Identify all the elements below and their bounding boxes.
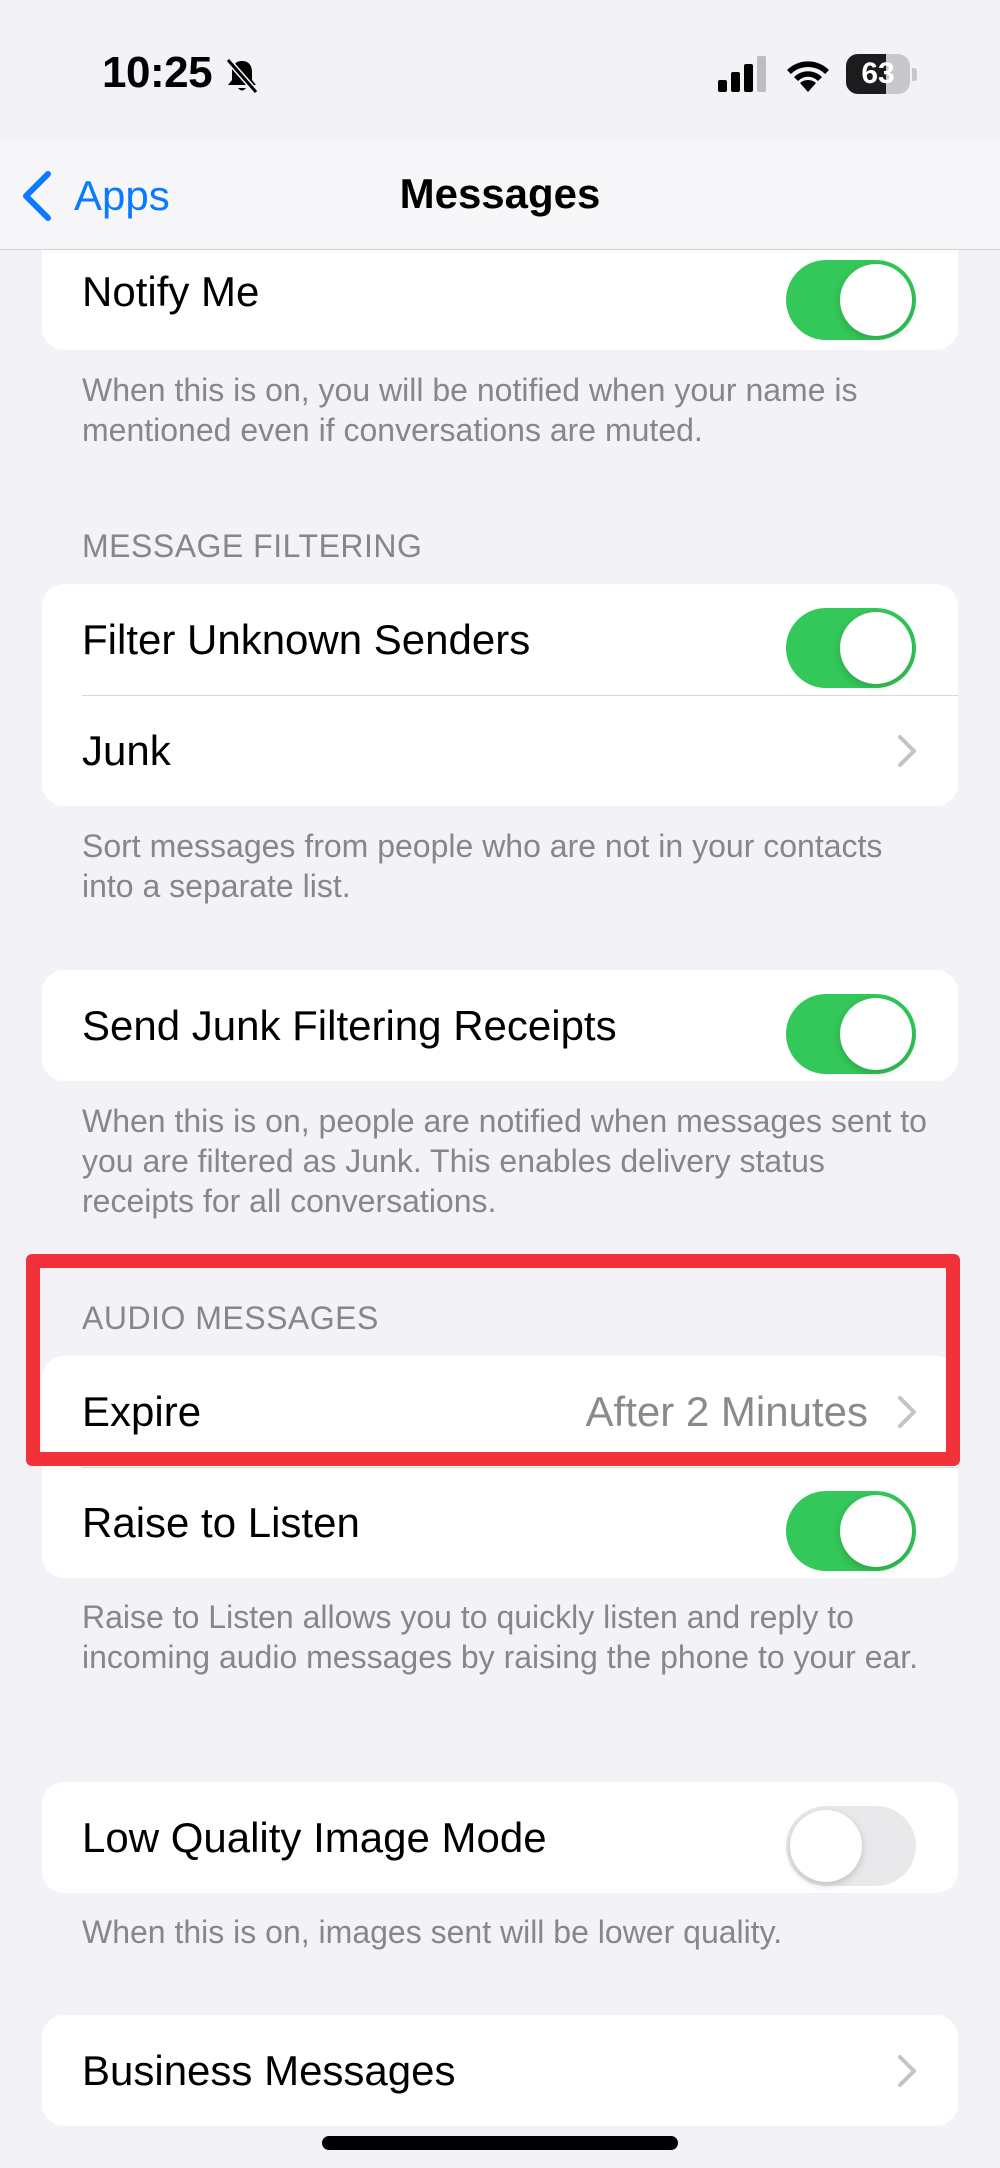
filter-unknown-label: Filter Unknown Senders <box>82 616 531 663</box>
expire-value: After 2 Minutes <box>585 1388 868 1435</box>
notify-footer: When this is on, you will be notified wh… <box>82 372 858 448</box>
status-time: 10:25 <box>102 48 213 97</box>
notify-me-row: Notify Me <box>42 250 958 347</box>
expire-label: Expire <box>82 1388 202 1435</box>
raise-to-listen-label: Raise to Listen <box>82 1499 360 1546</box>
chevron-right-icon <box>898 735 916 767</box>
receipts-row: Send Junk Filtering Receipts <box>42 970 958 1081</box>
receipts-card: Send Junk Filtering Receipts <box>42 970 958 1081</box>
notify-me-label: Notify Me <box>82 268 260 315</box>
low-quality-footer: When this is on, images sent will be low… <box>82 1914 783 1950</box>
chevron-right-icon <box>898 1396 916 1428</box>
business-card: Business Messages <box>42 2015 958 2126</box>
business-messages-label: Business Messages <box>82 2047 456 2094</box>
receipts-label: Send Junk Filtering Receipts <box>82 1002 617 1049</box>
audio-card: Expire After 2 Minutes Raise to Listen <box>42 1356 958 1578</box>
raise-to-listen-toggle[interactable] <box>786 1491 916 1571</box>
audio-footer: Raise to Listen allows you to quickly li… <box>82 1599 919 1675</box>
low-quality-toggle[interactable] <box>786 1806 916 1886</box>
notify-card: Notify Me <box>42 250 958 350</box>
bell-slash-icon <box>225 58 259 94</box>
notify-me-toggle[interactable] <box>786 260 916 340</box>
business-messages-row[interactable]: Business Messages <box>42 2015 958 2126</box>
battery-icon: 63 <box>846 54 917 94</box>
status-bar: 10:25 63 <box>0 0 1000 140</box>
junk-row[interactable]: Junk <box>42 695 958 806</box>
filter-unknown-toggle[interactable] <box>786 608 916 688</box>
receipts-toggle[interactable] <box>786 994 916 1074</box>
cellular-signal-icon <box>718 56 766 92</box>
junk-label: Junk <box>82 727 171 774</box>
message-filtering-header: MESSAGE FILTERING <box>82 528 423 564</box>
filtering-footer: Sort messages from people who are not in… <box>82 828 883 904</box>
low-quality-row: Low Quality Image Mode <box>42 1782 958 1893</box>
low-quality-label: Low Quality Image Mode <box>82 1814 547 1861</box>
filtering-card: Filter Unknown Senders Junk <box>42 584 958 806</box>
raise-to-listen-row: Raise to Listen <box>42 1467 958 1578</box>
filter-unknown-row: Filter Unknown Senders <box>42 584 958 695</box>
low-quality-card: Low Quality Image Mode <box>42 1782 958 1893</box>
home-indicator <box>322 2136 678 2150</box>
chevron-right-icon <box>898 2055 916 2087</box>
battery-level: 63 <box>861 57 895 90</box>
wifi-icon <box>787 61 829 92</box>
audio-messages-header: AUDIO MESSAGES <box>82 1300 379 1336</box>
page-title: Messages <box>399 170 601 217</box>
navigation-bar: Apps Messages <box>0 140 1000 250</box>
expire-row[interactable]: Expire After 2 Minutes <box>42 1356 958 1467</box>
receipts-footer: When this is on, people are notified whe… <box>82 1103 927 1219</box>
